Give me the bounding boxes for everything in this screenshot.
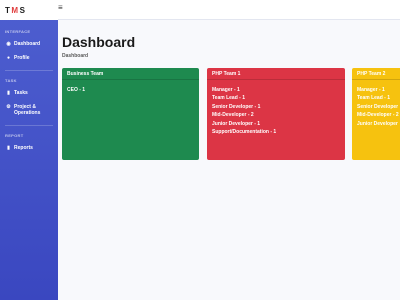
card-title: PHP Team 1 bbox=[207, 68, 345, 80]
card-title: Business Team bbox=[62, 68, 199, 80]
sidebar-item-tasks[interactable]: ▮ Tasks bbox=[0, 86, 58, 100]
card-line: Manager - 1 bbox=[357, 87, 385, 93]
dashboard-icon: ◉ bbox=[6, 41, 11, 47]
profile-icon: ● bbox=[6, 55, 11, 61]
sidebar-item-label: Reports bbox=[14, 145, 33, 151]
sidebar-item-label: Dashboard bbox=[14, 41, 41, 47]
gears-icon: ⚙ bbox=[6, 104, 11, 110]
card-line: Senior Developer - 1 bbox=[212, 103, 261, 110]
card-line: Team Lead - 1 bbox=[357, 95, 390, 102]
team-card-php1[interactable]: PHP Team 1 Manager - 1 Team Lead - 1 Sen… bbox=[207, 68, 345, 160]
brand-logo[interactable]: T M S bbox=[0, 0, 58, 20]
main-content: Dashboard Dashboard Business Team CEO - … bbox=[58, 20, 400, 300]
card-line: Support/Documentation - 1 bbox=[212, 129, 277, 136]
sidebar-item-label: Tasks bbox=[14, 90, 28, 96]
sidebar-heading-report: REPORT bbox=[5, 133, 24, 138]
sidebar-heading-task: TASK bbox=[5, 78, 17, 83]
brand-letter-m: M bbox=[11, 5, 20, 15]
card-title: PHP Team 2 bbox=[352, 68, 400, 80]
team-card-business[interactable]: Business Team CEO - 1 bbox=[62, 68, 199, 160]
card-body: Manager - 1 Team Lead - 1 Senior Develop… bbox=[352, 80, 400, 134]
folder-icon: ▮ bbox=[7, 90, 10, 96]
sidebar-item-dashboard[interactable]: ◉ Dashboard bbox=[0, 37, 58, 51]
sidebar-item-label: Project & Operations bbox=[14, 104, 41, 116]
sidebar-item-profile[interactable]: ● Profile bbox=[0, 51, 58, 65]
sidebar-item-project-operations[interactable]: ⚙ Project & Operations bbox=[0, 100, 58, 120]
folder-icon: ▮ bbox=[7, 145, 10, 151]
brand-letter-s: S bbox=[19, 5, 27, 15]
card-body: CEO - 1 bbox=[62, 80, 199, 100]
card-line: Senior Developer bbox=[357, 103, 399, 110]
sidebar-item-reports[interactable]: ▮ Reports bbox=[0, 141, 58, 155]
card-line: CEO - 1 bbox=[67, 87, 86, 93]
card-line: Junior Developer bbox=[357, 120, 398, 127]
sidebar: T M S INTERFACE ◉ Dashboard ● Profile TA… bbox=[0, 0, 58, 300]
hamburger-icon[interactable]: ≡ bbox=[58, 4, 66, 12]
sidebar-item-label: Profile bbox=[14, 55, 30, 61]
card-line: Junior Developer - 1 bbox=[212, 120, 261, 127]
sidebar-heading-interface: INTERFACE bbox=[5, 29, 31, 34]
sidebar-divider bbox=[5, 125, 53, 126]
page-title: Dashboard bbox=[62, 34, 136, 50]
card-line: Team Lead - 1 bbox=[212, 95, 245, 102]
card-line: Manager - 1 bbox=[212, 87, 240, 93]
sidebar-divider bbox=[5, 70, 53, 71]
team-card-php2[interactable]: PHP Team 2 Manager - 1 Team Lead - 1 Sen… bbox=[352, 68, 400, 160]
card-body: Manager - 1 Team Lead - 1 Senior Develop… bbox=[207, 80, 345, 142]
card-line: Mid-Developer - 2 bbox=[357, 112, 399, 119]
card-line: Mid-Developer - 2 bbox=[212, 112, 254, 119]
breadcrumb: Dashboard bbox=[62, 53, 89, 59]
topbar: ≡ bbox=[58, 0, 400, 20]
